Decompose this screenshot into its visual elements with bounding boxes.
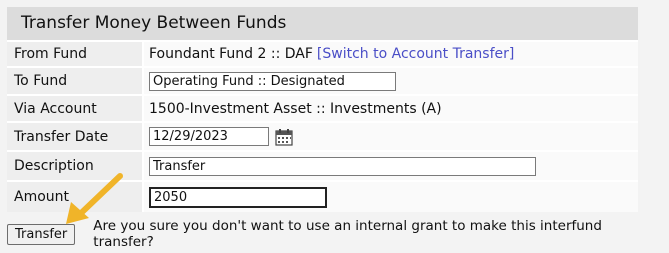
pointer-arrow-icon — [66, 173, 123, 224]
transfer-date-value-cell — [144, 123, 638, 150]
calendar-icon[interactable] — [275, 128, 293, 146]
transfer-date-input[interactable] — [149, 127, 269, 146]
from-fund-value-cell: Foundant Fund 2 :: DAF [Switch to Accoun… — [144, 42, 638, 66]
to-fund-row: To Fund — [7, 68, 638, 94]
from-fund-row: From Fund Foundant Fund 2 :: DAF [Switch… — [7, 42, 638, 66]
via-account-value: 1500-Investment Asset :: Investments (A) — [149, 100, 442, 117]
internal-grant-question: Are you sure you don't want to use an in… — [93, 218, 602, 250]
from-fund-label: From Fund — [7, 42, 144, 66]
via-account-value-cell: 1500-Investment Asset :: Investments (A) — [144, 96, 638, 121]
page-title: Transfer Money Between Funds — [7, 7, 638, 40]
amount-input[interactable] — [149, 186, 327, 208]
to-fund-label: To Fund — [7, 68, 144, 94]
description-value-cell — [144, 152, 638, 180]
to-fund-value-cell — [144, 68, 638, 94]
description-input[interactable] — [149, 156, 536, 176]
amount-value-cell — [144, 182, 638, 212]
transfer-date-row: Transfer Date — [7, 123, 638, 150]
to-fund-input[interactable] — [149, 71, 396, 91]
from-fund-value: Foundant Fund 2 :: DAF — [149, 46, 313, 62]
transfer-date-label: Transfer Date — [7, 123, 144, 150]
switch-to-account-transfer-link[interactable]: [Switch to Account Transfer] — [317, 46, 514, 62]
via-account-row: Via Account 1500-Investment Asset :: Inv… — [7, 96, 638, 121]
via-account-label: Via Account — [7, 96, 144, 121]
